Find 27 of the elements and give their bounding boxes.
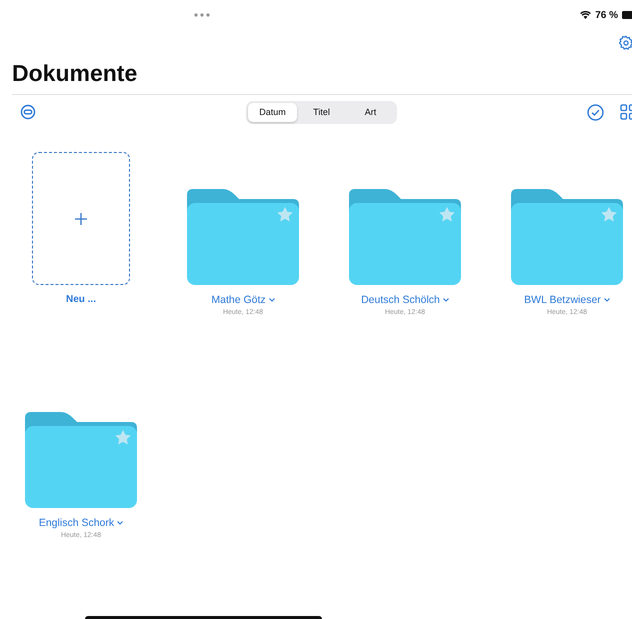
battery-percentage: 76 % — [595, 10, 618, 20]
sort-tab[interactable]: Datum — [248, 102, 297, 122]
new-document-label: Neu ... — [66, 294, 96, 305]
folder-name-button[interactable]: BWL Betzwieser — [524, 294, 610, 306]
minus-circle-icon[interactable] — [20, 104, 36, 120]
checkmark-circle-icon[interactable] — [587, 104, 604, 120]
grid-view-icon[interactable] — [620, 104, 632, 120]
sort-tab[interactable]: Titel — [297, 102, 346, 122]
sort-tab[interactable]: Art — [346, 102, 395, 122]
folder-icon[interactable] — [187, 189, 299, 285]
wifi-icon — [580, 11, 592, 19]
chevron-down-icon — [604, 298, 610, 302]
more-dots-icon[interactable] — [194, 13, 210, 17]
page-title: Dokumente — [12, 59, 138, 88]
battery-icon — [622, 11, 632, 19]
chevron-down-icon — [268, 298, 275, 302]
folder-icon[interactable] — [511, 189, 623, 285]
chevron-down-icon — [117, 521, 124, 525]
folder-icon[interactable] — [349, 189, 461, 285]
chevron-down-icon — [442, 298, 449, 302]
new-document-tile[interactable] — [32, 152, 130, 285]
folder-name-button[interactable]: Englisch Schork — [38, 517, 124, 529]
folder-icon[interactable] — [25, 412, 137, 508]
plus-icon — [75, 212, 87, 224]
settings-icon[interactable] — [618, 35, 632, 51]
folder-name-button[interactable]: Deutsch Schölch — [361, 294, 449, 306]
folder-name-button[interactable]: Mathe Götz — [211, 294, 275, 306]
